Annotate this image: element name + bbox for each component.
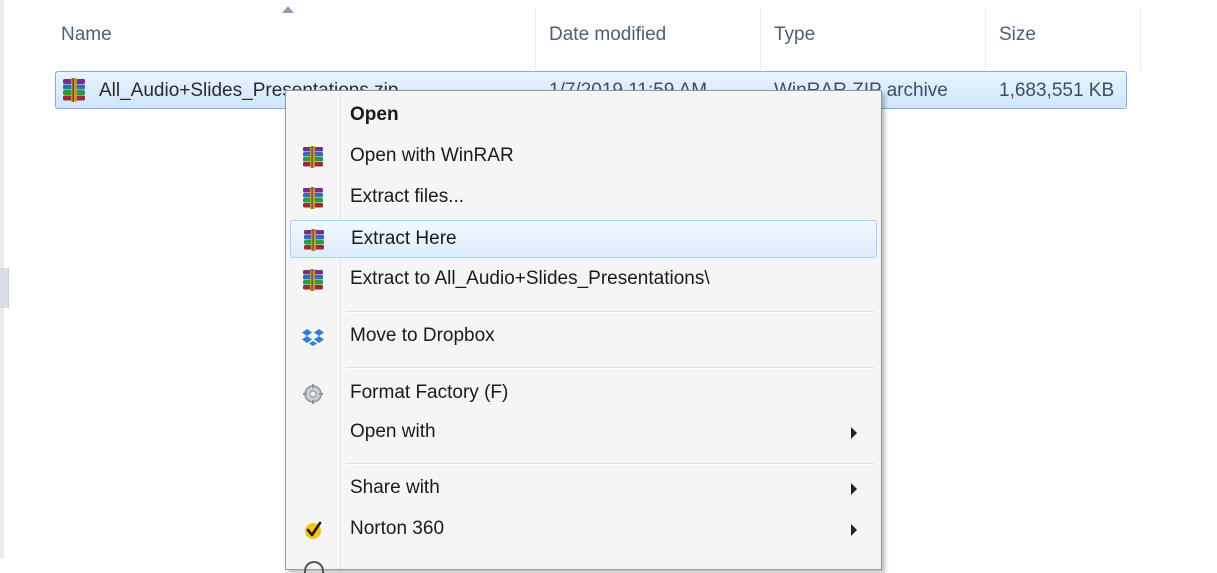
- menu-item-extract-here[interactable]: Extract Here: [290, 220, 877, 258]
- winrar-icon: [302, 187, 324, 209]
- menu-separator: [346, 463, 874, 465]
- dropbox-icon: [302, 326, 324, 348]
- column-divider[interactable]: [985, 8, 986, 70]
- submenu-arrow-icon: [851, 427, 857, 439]
- column-divider[interactable]: [760, 8, 761, 70]
- column-header-date-modified[interactable]: Date modified: [549, 24, 666, 46]
- menu-item-move-to-dropbox[interactable]: Move to Dropbox: [290, 318, 877, 356]
- column-header-size[interactable]: Size: [999, 24, 1036, 46]
- winrar-icon: [302, 269, 324, 291]
- menu-item-norton-360[interactable]: Norton 360: [290, 511, 877, 549]
- pane-resize-handle[interactable]: [0, 268, 9, 308]
- menu-item-label: Extract to All_Audio+Slides_Presentation…: [350, 268, 710, 289]
- column-header-name[interactable]: Name: [61, 24, 112, 46]
- menu-item-label: Open with WinRAR: [350, 145, 514, 166]
- menu-item-open-with-winrar[interactable]: Open with WinRAR: [290, 138, 877, 176]
- menu-item-extract-files[interactable]: Extract files...: [290, 179, 877, 217]
- menu-item-format-factory[interactable]: Format Factory (F): [290, 375, 877, 413]
- format-factory-icon: [302, 383, 324, 405]
- column-header-type[interactable]: Type: [774, 24, 815, 46]
- sort-ascending-icon: [282, 6, 294, 13]
- menu-item-label: Open with: [350, 421, 436, 442]
- menu-item-open[interactable]: Open: [290, 97, 877, 135]
- menu-separator: [346, 311, 874, 313]
- menu-item-open-with[interactable]: Open with: [290, 414, 877, 452]
- menu-item-label: Move to Dropbox: [350, 325, 495, 346]
- menu-item-label: Open: [350, 104, 399, 125]
- menu-separator: [346, 367, 874, 369]
- norton-icon: [302, 519, 324, 541]
- column-divider[interactable]: [535, 8, 536, 70]
- menu-item-label: Share with: [350, 477, 440, 498]
- context-menu: Open Open with WinRAR Extract files... E…: [285, 90, 882, 573]
- partial-item-icon: [304, 561, 324, 573]
- menu-item-label: Norton 360: [350, 518, 445, 539]
- winrar-archive-icon: [62, 78, 88, 106]
- submenu-arrow-icon: [851, 524, 857, 536]
- column-divider[interactable]: [1140, 8, 1141, 70]
- winrar-icon: [302, 146, 324, 168]
- file-size: 1,683,551 KB: [999, 80, 1115, 101]
- menu-item-share-with[interactable]: Share with: [290, 470, 877, 508]
- submenu-arrow-icon: [851, 483, 857, 495]
- menu-item-label: Extract Here: [351, 228, 457, 249]
- menu-item-extract-to-folder[interactable]: Extract to All_Audio+Slides_Presentation…: [290, 261, 877, 299]
- menu-item-label: Extract files...: [350, 186, 465, 207]
- winrar-icon: [303, 229, 325, 251]
- column-header-bar: Name Date modified Type Size: [0, 0, 1217, 70]
- menu-item-label: Format Factory (F): [350, 382, 509, 403]
